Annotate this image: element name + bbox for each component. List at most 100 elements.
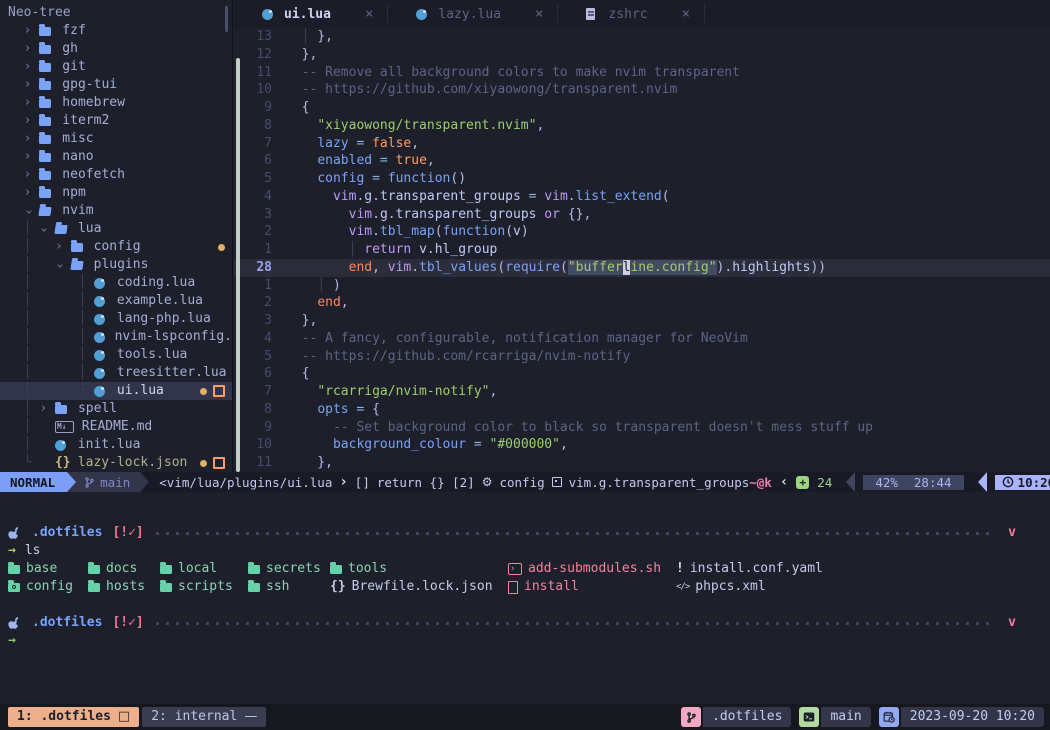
expander-icon[interactable]: › — [39, 400, 47, 418]
close-icon[interactable]: × — [682, 6, 690, 22]
expander-icon[interactable]: › — [24, 76, 32, 94]
tree-item-gh[interactable]: › gh — [0, 40, 232, 58]
expander-icon[interactable]: › — [50, 262, 68, 270]
tree-item-example.lua[interactable]: │ │ example.lua — [0, 292, 232, 310]
code-line[interactable]: 5 -- https://github.com/rcarriga/nvim-no… — [234, 348, 1050, 366]
tree-item-tools.lua[interactable]: │ │ tools.lua — [0, 346, 232, 364]
code-text: vim.tbl_map(function(v) — [286, 223, 529, 241]
code-line[interactable]: 2 vim.tbl_map(function(v) — [234, 223, 1050, 241]
code-line[interactable]: 9 { — [234, 99, 1050, 117]
tree-item-init.lua[interactable]: │ init.lua — [0, 436, 232, 454]
shell-terminal[interactable]: .dotfiles [!✓] v → ls basedocslocalsecre… — [0, 492, 1050, 704]
tree-item-iterm2[interactable]: › iterm2 — [0, 112, 232, 130]
sidebar-scrollbar[interactable] — [225, 6, 228, 32]
code-editor[interactable]: 13 │ },12 },11 -- Remove all background … — [234, 28, 1050, 472]
folder-icon — [88, 583, 100, 592]
tree-item-misc[interactable]: › misc — [0, 130, 232, 148]
code-token: , — [490, 384, 498, 399]
code-line[interactable]: 11 }, — [234, 454, 1050, 472]
tree-item-coding.lua[interactable]: │ │ coding.lua — [0, 274, 232, 292]
editor-scrollbar[interactable] — [236, 58, 240, 472]
tree-item-fzf[interactable]: › fzf — [0, 22, 232, 40]
expander-icon[interactable]: › — [24, 184, 32, 202]
tree-item-git[interactable]: › git — [0, 58, 232, 76]
tree-item-homebrew[interactable]: › homebrew — [0, 94, 232, 112]
tree-item-npm[interactable]: › npm — [0, 184, 232, 202]
tree-item-spell[interactable]: │ › spell — [0, 400, 232, 418]
code-line[interactable]: 2 end, — [234, 294, 1050, 312]
tmux-datetime: 2023-09-20 10:20 — [901, 707, 1044, 727]
code-line[interactable]: 4 vim.g.transparent_groups = vim.list_ex… — [234, 188, 1050, 206]
expander-icon[interactable]: › — [19, 208, 37, 216]
field-icon — [552, 477, 562, 487]
scroll-percent: 42% — [875, 475, 898, 490]
expander-icon[interactable]: › — [34, 226, 52, 234]
tmux-session-name: .dotfiles — [703, 707, 791, 727]
expander-icon[interactable]: › — [24, 130, 32, 148]
expander-icon[interactable]: › — [24, 94, 32, 112]
code-line[interactable]: 28 end, vim.tbl_values(require("bufferli… — [234, 259, 1050, 277]
code-line[interactable]: 10 -- https://github.com/xiyaowong/trans… — [234, 81, 1050, 99]
tree-item-ui.lua[interactable]: │ └ ui.lua — [0, 382, 232, 400]
neotree-sidebar[interactable]: Neo-tree › fzf › gh › git › gpg-tui › ho… — [0, 0, 233, 472]
code-token: g — [364, 189, 372, 204]
apple-icon — [8, 616, 22, 631]
lua-icon — [94, 332, 107, 343]
statusline: NORMAL main <vim/lua/plugins/ui.lua › []… — [0, 472, 1050, 492]
close-icon[interactable]: × — [365, 6, 373, 22]
expander-icon[interactable]: › — [24, 58, 32, 76]
expander-icon[interactable]: › — [24, 166, 32, 184]
tab-ui.lua[interactable]: ui.lua× — [234, 0, 387, 28]
tab-zshrc[interactable]: zshrc× — [558, 0, 704, 28]
code-line[interactable]: 4 -- A fancy, configurable, notification… — [234, 330, 1050, 348]
expander-icon[interactable]: › — [55, 238, 63, 256]
code-line[interactable]: 8 "xiyaowong/transparent.nvim", — [234, 117, 1050, 135]
code-line[interactable]: 5 config = function() — [234, 170, 1050, 188]
code-line[interactable]: 3 vim.g.transparent_groups or {}, — [234, 206, 1050, 224]
code-line[interactable]: 1 │ return v.hl_group — [234, 241, 1050, 259]
code-line[interactable]: 12 }, — [234, 46, 1050, 64]
code-line[interactable]: 9 -- Set background color to black so tr… — [234, 419, 1050, 437]
expander-icon[interactable]: › — [24, 22, 32, 40]
tree-item-config[interactable]: │ › config — [0, 238, 232, 256]
code-line[interactable]: 7 "rcarriga/nvim-notify", — [234, 383, 1050, 401]
tree-item-plugins[interactable]: │ › plugins — [0, 256, 232, 274]
code-text: -- Set background color to black so tran… — [286, 419, 873, 437]
indent-guide: │ │ — [8, 328, 94, 346]
code-line[interactable]: 8 opts = { — [234, 401, 1050, 419]
tree-item-lua[interactable]: │ › lua — [0, 220, 232, 238]
code-line[interactable]: 13 │ }, — [234, 28, 1050, 46]
code-line[interactable]: 10 background_colour = "#000000", — [234, 436, 1050, 454]
expander-icon[interactable]: › — [24, 40, 32, 58]
tree-item-lazy-lock.json[interactable]: └ {} lazy-lock.json — [0, 454, 232, 472]
tree-item-label: ui.lua — [109, 382, 164, 400]
tree-item-nvim[interactable]: › nvim — [0, 202, 232, 220]
folder-icon — [160, 583, 172, 592]
tree-item-lang-php.lua[interactable]: │ │ lang-php.lua — [0, 310, 232, 328]
tab-lazy.lua[interactable]: lazy.lua× — [388, 0, 557, 28]
indent-guide — [8, 76, 24, 94]
close-icon[interactable]: × — [535, 6, 543, 22]
tree-item-nvim-lspconfig.[interactable]: │ │ nvim-lspconfig. — [0, 328, 232, 346]
expander-icon[interactable]: › — [24, 148, 32, 166]
code-line[interactable]: 11 -- Remove all background colors to ma… — [234, 64, 1050, 82]
cursor-line[interactable]: → — [0, 632, 1050, 650]
tree-item-nano[interactable]: › nano — [0, 148, 232, 166]
code-line[interactable]: 1 │ ) — [234, 277, 1050, 295]
expander-icon[interactable]: › — [24, 112, 32, 130]
tree-item-neofetch[interactable]: › neofetch — [0, 166, 232, 184]
code-line[interactable]: 6 { — [234, 365, 1050, 383]
tmux-pane-group: main — [799, 707, 870, 727]
tmux-window-2-internal[interactable]: 2: internal— — [142, 707, 266, 727]
spacer — [32, 148, 40, 166]
tree-item-README.md[interactable]: │ M↓ README.md — [0, 418, 232, 436]
tree-item-gpg-tui[interactable]: › gpg-tui — [0, 76, 232, 94]
tree-item-label: nano — [54, 148, 93, 166]
code-line[interactable]: 6 enabled = true, — [234, 152, 1050, 170]
code-line[interactable]: 3 }, — [234, 312, 1050, 330]
tree-item-treesitter.lua[interactable]: │ │ treesitter.lua — [0, 364, 232, 382]
code-line[interactable]: 7 lazy = false, — [234, 135, 1050, 153]
powerline-separator — [140, 472, 149, 492]
tmux-window-1-dotfiles[interactable]: 1: .dotfiles□ — [8, 707, 139, 727]
prompt-arrow-icon: → — [8, 632, 16, 650]
